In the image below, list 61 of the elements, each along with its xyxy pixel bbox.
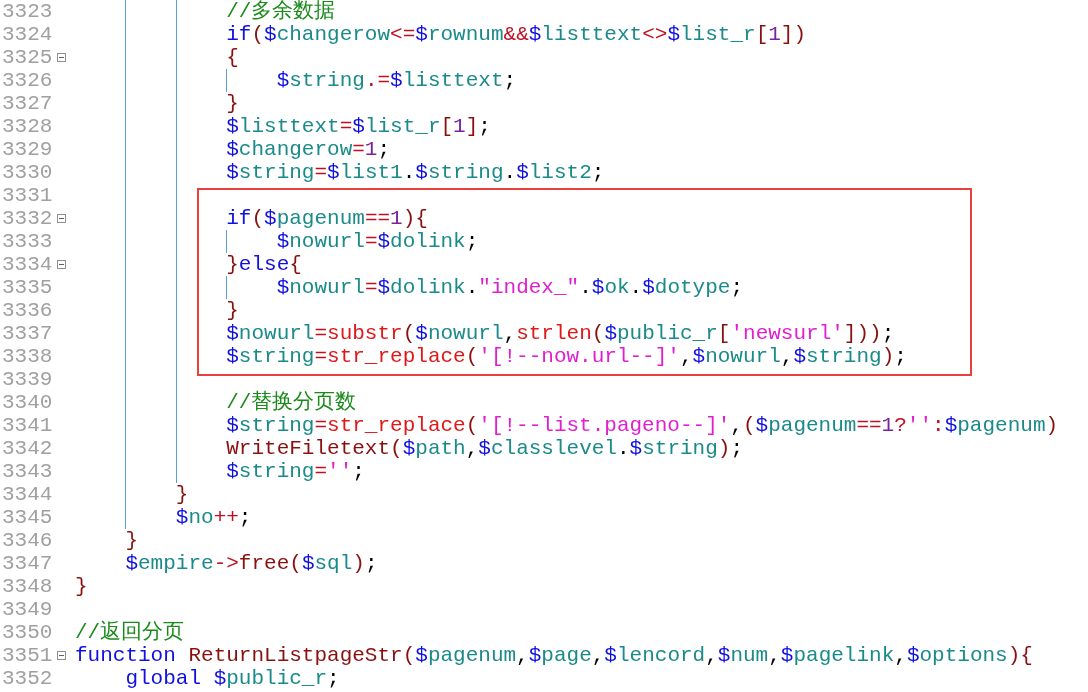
line-number: 3324 xyxy=(1,23,54,46)
code-line: $string=$list1.$string.$list2; xyxy=(225,161,605,184)
line-number: 3339 xyxy=(1,368,54,391)
line-number: 3328 xyxy=(1,115,54,138)
line-number: 3336 xyxy=(1,299,54,322)
code-line: $nowurl=$dolink."index_".$ok.$dotype; xyxy=(275,276,744,299)
code-line: $empire->free($sql); xyxy=(124,552,378,575)
code-line: } xyxy=(174,483,189,506)
collapse-icon[interactable] xyxy=(57,214,66,223)
collapse-icon[interactable] xyxy=(57,53,66,62)
code-line: $no++; xyxy=(174,506,252,529)
line-number: 3345 xyxy=(1,506,54,529)
line-number: 3340 xyxy=(1,391,54,414)
code-line: } xyxy=(225,299,239,322)
code-line: $nowurl=substr($nowurl,strlen($public_r['newsurl'])); xyxy=(225,322,895,345)
code-line: }else{ xyxy=(225,253,302,276)
code-line: if($changerow<=$rownum&&$listtext<>$list_r[1]) xyxy=(225,23,807,46)
collapse-icon[interactable] xyxy=(57,651,66,660)
code-line: $string=str_replace('[!--now.url--]',$nowurl,$string); xyxy=(225,345,907,368)
line-number: 3330 xyxy=(1,161,54,184)
line-number: 3350 xyxy=(1,621,54,644)
line-number: 3337 xyxy=(1,322,54,345)
line-number: 3351 xyxy=(1,644,54,667)
code-line: $string.=$listtext; xyxy=(275,69,517,92)
line-number: 3325 xyxy=(1,46,54,69)
line-number: 3338 xyxy=(1,345,54,368)
line-number: 3342 xyxy=(1,437,54,460)
line-number: 3352 xyxy=(1,667,54,690)
line-number: 3341 xyxy=(1,414,54,437)
code-line: $changerow=1; xyxy=(225,138,391,161)
code-line: $string=''; xyxy=(225,460,365,483)
line-number: 3349 xyxy=(1,598,54,621)
line-number: 3334 xyxy=(1,253,54,276)
code-comment: //返回分页 xyxy=(75,621,185,644)
code-line: } xyxy=(225,92,239,115)
code-line: WriteFiletext($path,$classlevel.$string); xyxy=(225,437,743,460)
collapse-icon[interactable] xyxy=(57,260,66,269)
code-line: $nowurl=$dolink; xyxy=(275,230,479,253)
code-comment: //替换分页数 xyxy=(225,391,357,414)
line-number: 3335 xyxy=(1,276,54,299)
line-number: 3343 xyxy=(1,460,54,483)
code-line: } xyxy=(75,575,88,598)
code-line: $listtext=$list_r[1]; xyxy=(225,115,491,138)
code-comment: //多余数据 xyxy=(225,0,336,23)
line-number: 3326 xyxy=(1,69,54,92)
line-number: 3347 xyxy=(1,552,54,575)
line-number: 3348 xyxy=(1,575,54,598)
code-line: { xyxy=(225,46,239,69)
code-line: global $public_r; xyxy=(124,667,340,690)
line-number: 3323 xyxy=(1,0,54,23)
line-number: 3333 xyxy=(1,230,54,253)
code-line: function ReturnListpageStr($pagenum,$page,$lencord,$num,$pagelink,$options){ xyxy=(75,644,1033,667)
code-line: if($pagenum==1){ xyxy=(225,207,428,230)
line-number: 3346 xyxy=(1,529,54,552)
line-number: 3327 xyxy=(1,92,54,115)
line-number: 3329 xyxy=(1,138,54,161)
code-line: $string=str_replace('[!--list.pageno--]',($pagenum==1?'':$pagenum) xyxy=(225,414,1059,437)
code-line: } xyxy=(124,529,138,552)
line-number: 3332 xyxy=(1,207,54,230)
line-number: 3331 xyxy=(1,184,54,207)
line-number: 3344 xyxy=(1,483,54,506)
